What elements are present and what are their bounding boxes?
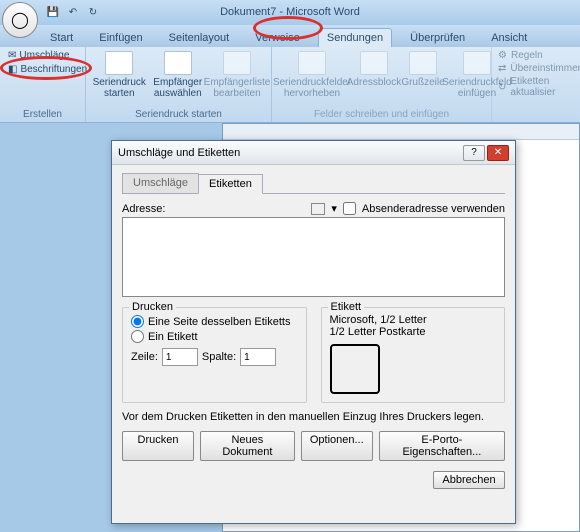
window-title: Dokument7 - Microsoft Word bbox=[220, 6, 360, 18]
close-button[interactable]: ✕ bbox=[487, 145, 509, 161]
tab-sendungen[interactable]: Sendungen bbox=[318, 28, 392, 47]
group-erstellen-label: Erstellen bbox=[6, 107, 79, 122]
radio-single-label[interactable] bbox=[131, 330, 144, 343]
regeln-button: ⚙Regeln bbox=[498, 49, 580, 62]
mail-merge-icon bbox=[105, 51, 133, 75]
umschlage-button[interactable]: ✉Umschläge bbox=[6, 49, 71, 62]
optionen-button[interactable]: Optionen... bbox=[301, 431, 373, 461]
print-note: Vor dem Drucken Etiketten in den manuell… bbox=[122, 411, 505, 423]
match-icon: ⇄ bbox=[498, 63, 506, 74]
tab-verweise[interactable]: Verweise bbox=[247, 29, 308, 47]
dialog-tab-umschlage[interactable]: Umschläge bbox=[122, 173, 199, 193]
etikett-info-1: Microsoft, 1/2 Letter bbox=[330, 314, 497, 326]
empfangerliste-button[interactable]: Empfängerliste bearbeiten bbox=[209, 49, 265, 99]
group-seriendruck-label: Seriendruck starten bbox=[92, 107, 265, 122]
dialog-tab-etiketten[interactable]: Etiketten bbox=[198, 174, 263, 194]
rules-icon: ⚙ bbox=[498, 50, 507, 61]
ubereinstimmende-button: ⇄Übereinstimmende bbox=[498, 62, 580, 75]
zeile-spinner[interactable]: 1 bbox=[162, 348, 198, 366]
grusszeile-button: Grußzeile bbox=[402, 49, 444, 88]
adresse-textarea[interactable] bbox=[122, 217, 505, 297]
zeile-label: Zeile: bbox=[131, 351, 158, 363]
address-book-icon[interactable] bbox=[311, 203, 325, 215]
seriendruck-starten-button[interactable]: Seriendruck starten bbox=[92, 49, 147, 99]
tab-ansicht[interactable]: Ansicht bbox=[483, 29, 535, 47]
tab-uberprufen[interactable]: Überprüfen bbox=[402, 29, 473, 47]
drucken-fieldset: Drucken Eine Seite desselben Etiketts Ei… bbox=[122, 307, 307, 403]
quick-access-toolbar: 💾 ↶ ↻ bbox=[46, 6, 100, 20]
ribbon-tabs: Start Einfügen Seitenlayout Verweise Sen… bbox=[0, 25, 580, 47]
spalte-label: Spalte: bbox=[202, 351, 236, 363]
absender-checkbox[interactable] bbox=[343, 202, 356, 215]
tab-einfugen[interactable]: Einfügen bbox=[91, 29, 150, 47]
drucken-legend: Drucken bbox=[129, 301, 176, 313]
recipients-icon bbox=[164, 51, 192, 75]
save-icon[interactable]: 💾 bbox=[46, 6, 60, 20]
adresse-label: Adresse: bbox=[122, 203, 165, 215]
absender-label: Absenderadresse verwenden bbox=[362, 203, 505, 215]
etikett-fieldset[interactable]: Etikett Microsoft, 1/2 Letter 1/2 Letter… bbox=[321, 307, 506, 403]
greeting-icon bbox=[409, 51, 437, 75]
update-labels-icon: ↻ bbox=[498, 82, 506, 93]
etiketten-aktualisieren-button: ↻Etiketten aktualisier bbox=[498, 75, 580, 99]
felder-hervorheben-button: Seriendruckfelder hervorheben bbox=[278, 49, 346, 99]
radio-full-page[interactable] bbox=[131, 315, 144, 328]
titlebar: 💾 ↶ ↻ Dokument7 - Microsoft Word bbox=[0, 0, 580, 25]
office-button[interactable]: ◯ bbox=[2, 2, 38, 38]
address-block-icon bbox=[360, 51, 388, 75]
help-button[interactable]: ? bbox=[463, 145, 485, 161]
label-icon: ◧ bbox=[8, 64, 17, 75]
neues-dokument-button[interactable]: Neues Dokument bbox=[200, 431, 295, 461]
highlight-icon bbox=[298, 51, 326, 75]
undo-icon[interactable]: ↶ bbox=[66, 6, 80, 20]
ruler bbox=[223, 124, 579, 140]
ribbon: ✉Umschläge ◧Beschriftungen Erstellen Ser… bbox=[0, 47, 580, 123]
abbrechen-button[interactable]: Abbrechen bbox=[433, 471, 505, 489]
tab-start[interactable]: Start bbox=[42, 29, 81, 47]
group-felder-label: Felder schreiben und einfügen bbox=[278, 107, 485, 122]
envelopes-labels-dialog: Umschläge und Etiketten ? ✕ Umschläge Et… bbox=[111, 140, 516, 524]
dialog-title: Umschläge und Etiketten bbox=[118, 147, 240, 159]
etikett-legend: Etikett bbox=[328, 301, 365, 313]
beschriftungen-button[interactable]: ◧Beschriftungen bbox=[6, 63, 89, 76]
redo-icon[interactable]: ↻ bbox=[86, 6, 100, 20]
edit-list-icon bbox=[223, 51, 251, 75]
radio-full-page-label: Eine Seite desselben Etiketts bbox=[148, 316, 290, 328]
radio-single-label-label: Ein Etikett bbox=[148, 331, 198, 343]
tab-seitenlayout[interactable]: Seitenlayout bbox=[161, 29, 238, 47]
chevron-down-icon[interactable]: ▾ bbox=[331, 202, 337, 215]
label-preview bbox=[330, 344, 380, 394]
empfanger-auswahlen-button[interactable]: Empfänger auswählen bbox=[151, 49, 206, 99]
eporto-button[interactable]: E-Porto-Eigenschaften... bbox=[379, 431, 505, 461]
etikett-info-2: 1/2 Letter Postkarte bbox=[330, 326, 497, 338]
spalte-spinner[interactable]: 1 bbox=[240, 348, 276, 366]
drucken-button[interactable]: Drucken bbox=[122, 431, 194, 461]
adressblock-button: Adressblock bbox=[350, 49, 398, 88]
insert-field-icon bbox=[463, 51, 491, 75]
envelope-icon: ✉ bbox=[8, 50, 16, 61]
